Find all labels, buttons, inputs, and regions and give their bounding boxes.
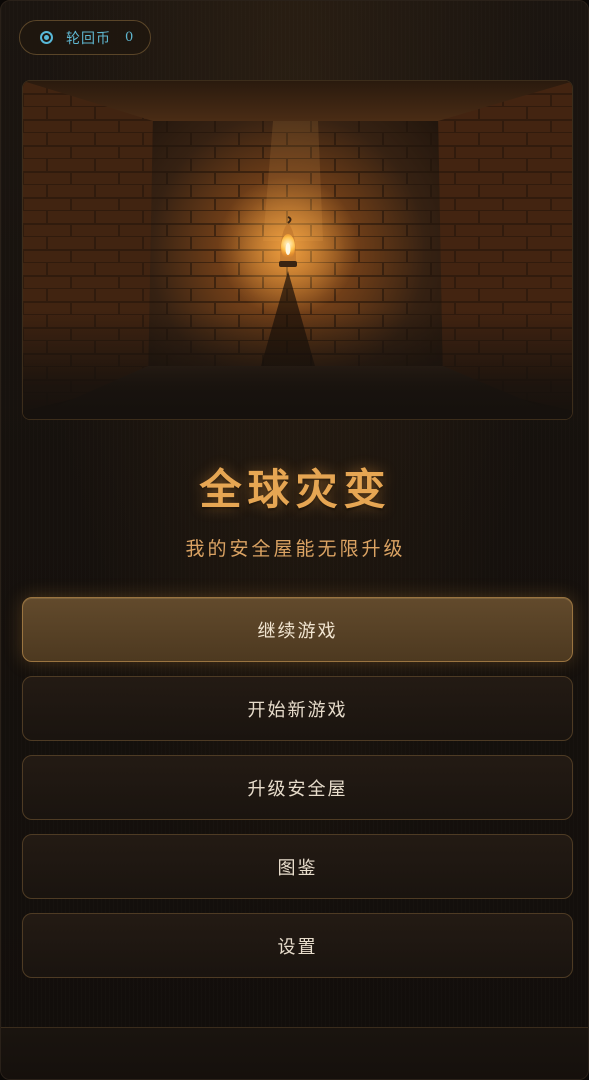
hero-fade-overlay <box>23 309 572 419</box>
coin-ring-icon <box>40 31 53 44</box>
new-game-button[interactable]: 开始新游戏 <box>22 676 573 741</box>
currency-badge: 轮回币 0 <box>19 20 151 55</box>
settings-button[interactable]: 设置 <box>22 913 573 978</box>
game-title: 全球灾变 <box>199 465 392 514</box>
game-subtitle: 我的安全屋能无限升级 <box>185 538 406 560</box>
main-menu: 继续游戏 开始新游戏 升级安全屋 图鉴 设置 <box>22 597 573 992</box>
continue-game-button[interactable]: 继续游戏 <box>22 597 573 662</box>
upgrade-shelter-button[interactable]: 升级安全屋 <box>22 755 573 820</box>
currency-label: 轮回币 <box>66 30 111 47</box>
hero-image-lantern-cellar <box>22 80 573 420</box>
currency-value: 0 <box>125 30 134 45</box>
bottom-bar <box>1 1027 588 1079</box>
codex-button[interactable]: 图鉴 <box>22 834 573 899</box>
app-frame: 轮回币 0 全球灾变 我的安全屋能无限升级 继续游戏 开始新游戏 升级安全屋 图… <box>0 0 589 1080</box>
